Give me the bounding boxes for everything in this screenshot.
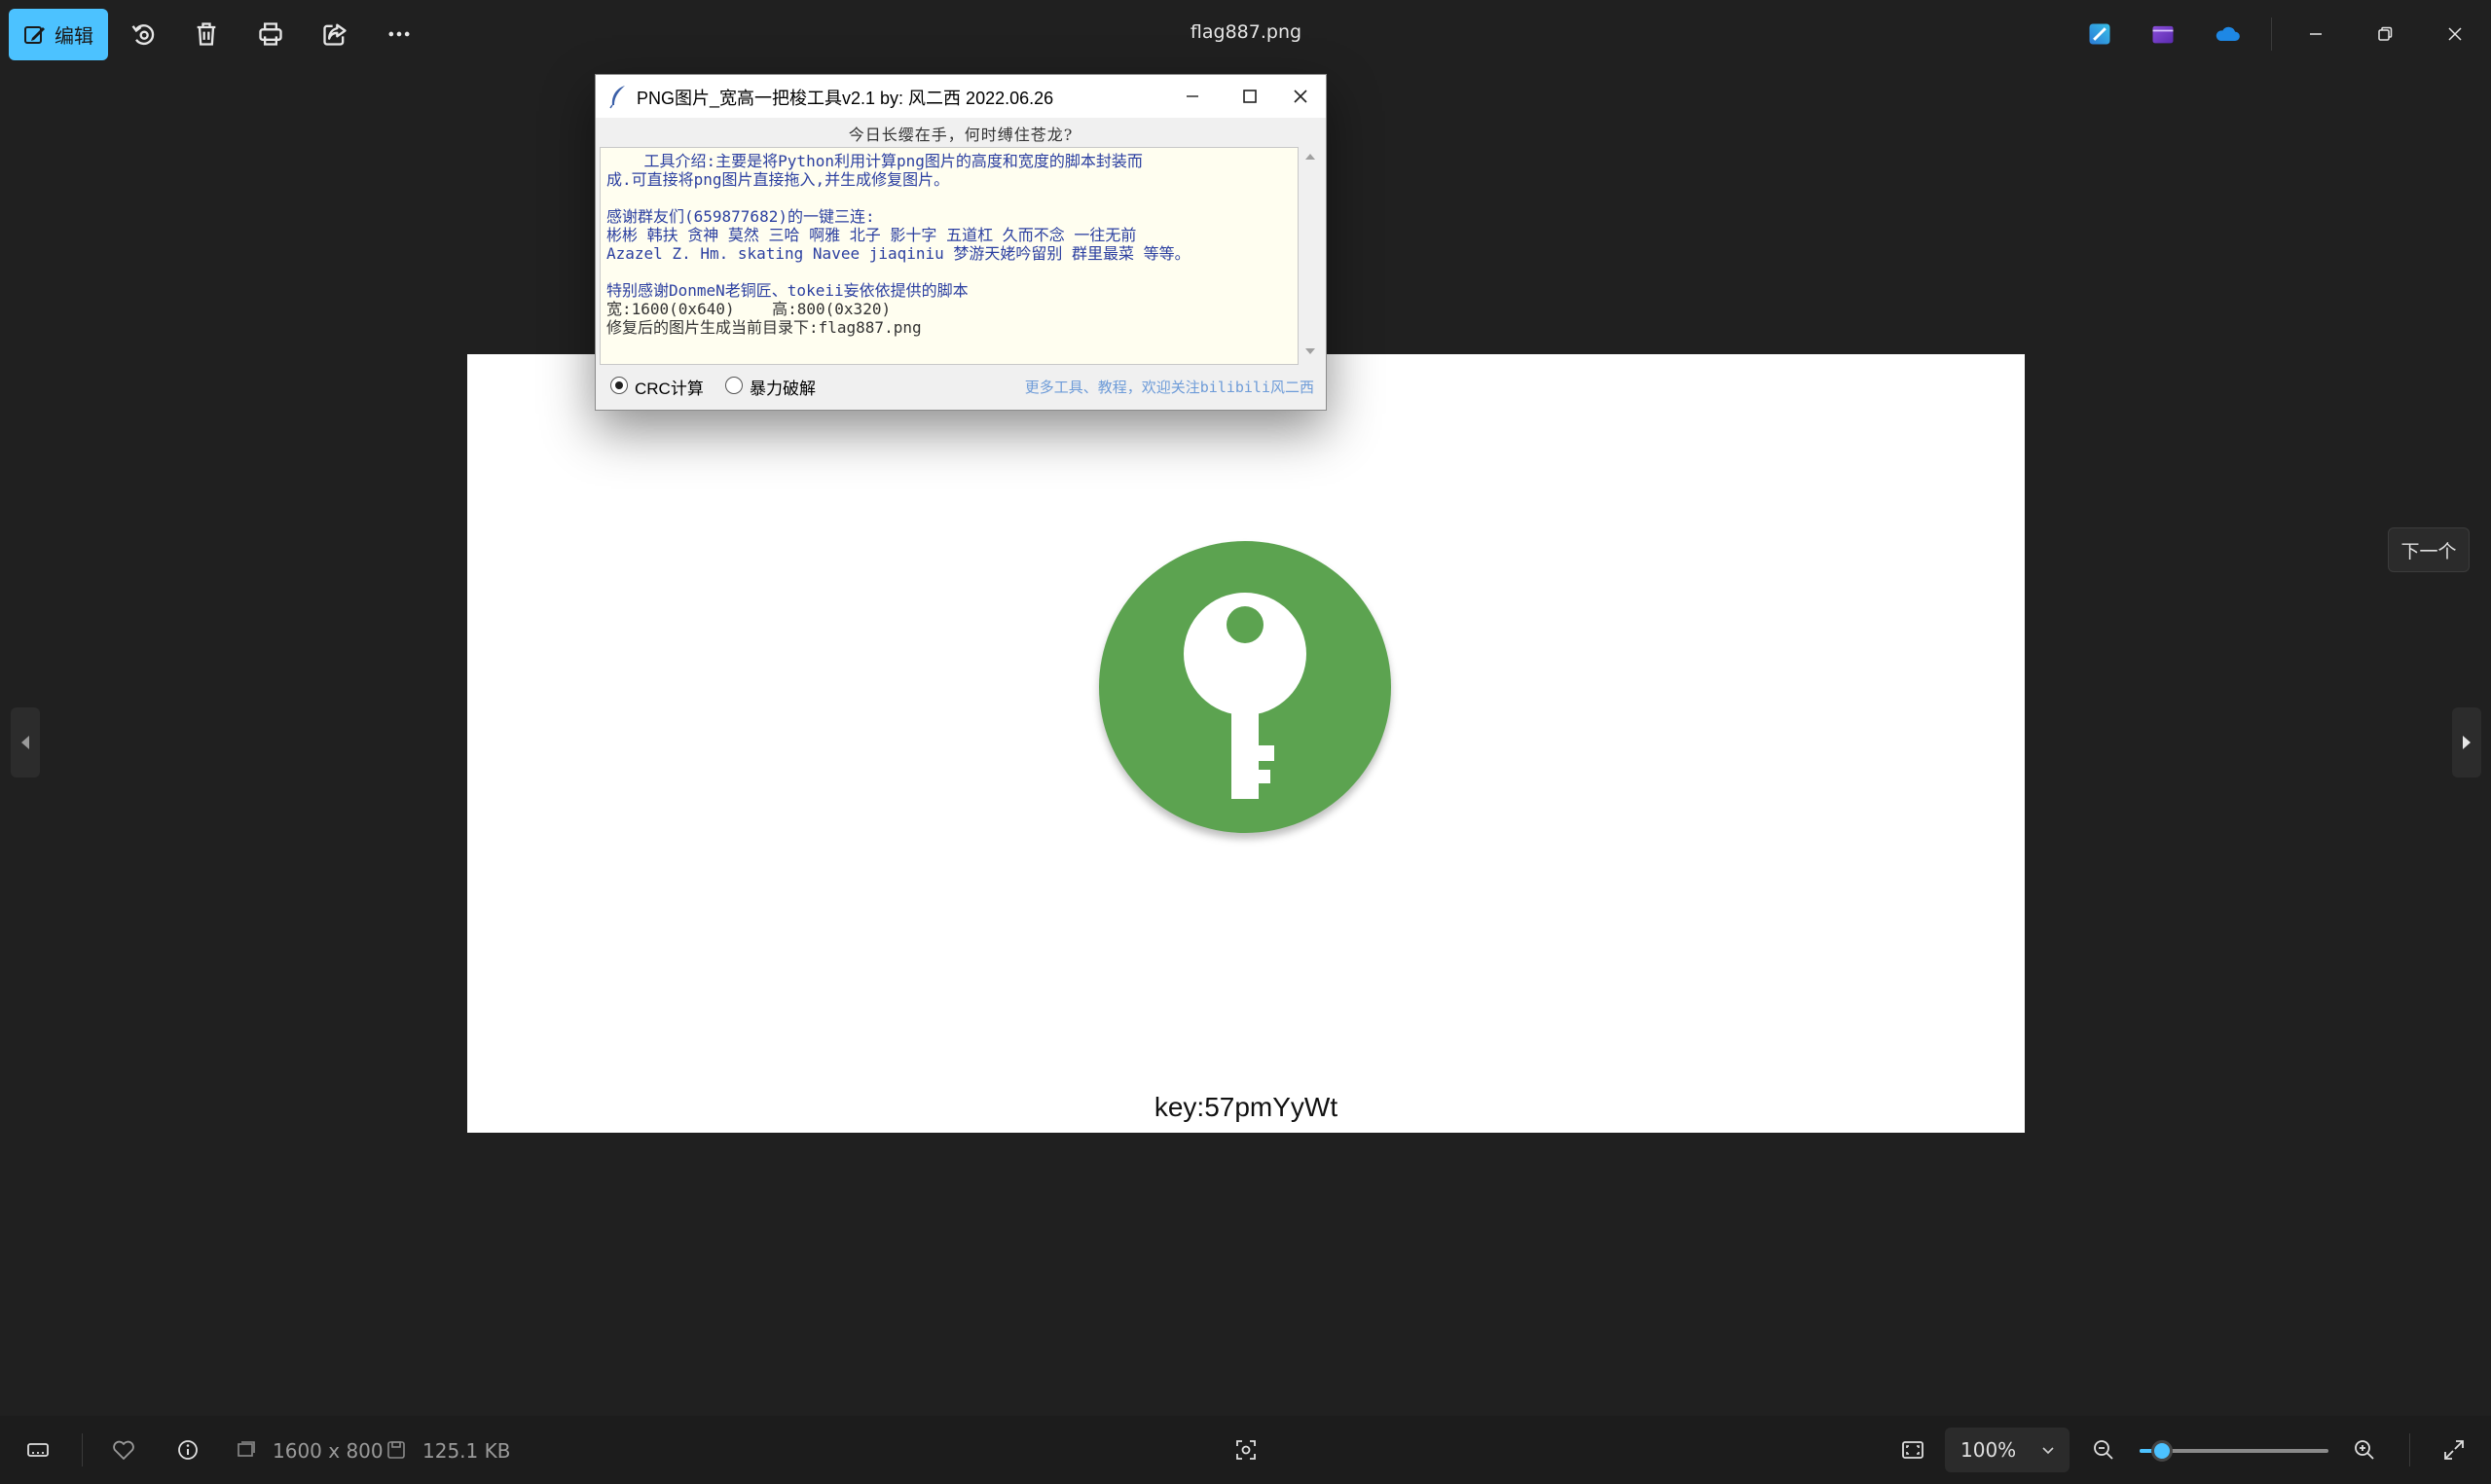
chevron-down-icon <box>2042 1447 2054 1455</box>
fit-to-window-button[interactable] <box>1898 1435 1927 1465</box>
edit-icon <box>24 25 45 44</box>
info-line: 彬彬 韩扶 贪神 莫然 三哈 啊雅 北子 影十字 五道杠 久而不念 一往无前 <box>606 226 1137 244</box>
crc-radio[interactable] <box>610 377 628 394</box>
clipchamp-button[interactable] <box>2141 14 2185 54</box>
key-logo <box>1099 541 1391 833</box>
heart-icon <box>113 1440 134 1460</box>
delete-icon <box>197 22 216 46</box>
info-line-output: 修复后的图片生成当前目录下:flag887.png <box>606 318 922 337</box>
rotate-button[interactable] <box>121 14 165 54</box>
clipchamp-icon <box>2152 25 2174 44</box>
next-image-button[interactable] <box>2452 707 2481 778</box>
zoom-out-icon <box>2094 1440 2113 1460</box>
png-repair-tool-window: PNG图片_宽高一把梭工具v2.1 by: 风二西 2022.06.26 今日长… <box>595 74 1327 411</box>
visual-search-icon <box>1236 1440 1256 1460</box>
dialog-titlebar[interactable]: PNG图片_宽高一把梭工具v2.1 by: 风二西 2022.06.26 <box>596 75 1326 118</box>
dialog-title: PNG图片_宽高一把梭工具v2.1 by: 风二西 2022.06.26 <box>637 89 1054 108</box>
zoom-slider-thumb[interactable] <box>2151 1440 2174 1462</box>
next-tooltip: 下一个 <box>2388 527 2470 572</box>
maximize-icon <box>1243 90 1257 103</box>
minimize-button[interactable] <box>2289 14 2343 54</box>
info-scrollbar[interactable] <box>1300 147 1320 363</box>
dialog-minimize-button[interactable] <box>1166 79 1219 114</box>
info-line: Azazel Z. Hm. skating Navee jiaqiniu 梦游天… <box>606 244 1191 263</box>
scroll-down-icon <box>1305 348 1315 354</box>
close-button[interactable] <box>2428 14 2482 54</box>
dialog-close-button[interactable] <box>1274 79 1327 114</box>
share-icon <box>323 23 347 46</box>
fullscreen-icon <box>2444 1440 2464 1460</box>
minimize-icon <box>1187 95 1198 97</box>
filmstrip-icon <box>27 1443 49 1457</box>
info-line: 成.可直接将png图片直接拖入,并生成修复图片。 <box>606 170 950 189</box>
scroll-up-icon <box>1305 154 1315 160</box>
status-separator <box>82 1433 83 1466</box>
bottom-status-bar: 1600 x 800 125.1 KB 100% <box>0 1416 2491 1484</box>
status-separator <box>2409 1433 2410 1466</box>
promo-text: 更多工具、教程，欢迎关注bilibili风二西 <box>1024 379 1314 396</box>
brute-force-radio[interactable] <box>725 377 743 394</box>
info-textbox[interactable]: 工具介绍:主要是将Python利用计算png图片的高度和宽度的脚本封装而 成.可… <box>600 147 1299 365</box>
resolution-icon-wrap <box>232 1435 261 1465</box>
file-size-icon-wrap <box>382 1435 411 1465</box>
image-caption: key:57pmYyWt <box>1154 1092 1338 1122</box>
top-toolbar: 编辑 flag887.png <box>0 0 2491 70</box>
fit-window-icon <box>1902 1441 1923 1459</box>
print-icon <box>259 22 282 46</box>
window-title: flag887.png <box>1190 21 1302 43</box>
resolution-icon <box>238 1441 255 1457</box>
feather-icon <box>609 86 625 109</box>
chevron-left-icon <box>21 736 29 749</box>
onedrive-icon <box>2216 26 2240 41</box>
visual-search-button[interactable] <box>1231 1435 1261 1465</box>
info-icon <box>178 1440 198 1460</box>
toolbar-separator <box>2271 18 2272 51</box>
chevron-right-icon <box>2463 736 2471 749</box>
restore-button[interactable] <box>2358 14 2412 54</box>
dialog-options: CRC计算 暴力破解 更多工具、教程，欢迎关注bilibili风二西 <box>596 367 1326 406</box>
zoom-out-button[interactable] <box>2089 1435 2118 1465</box>
share-button[interactable] <box>312 14 357 54</box>
dialog-motto: 今日长缨在手，何时缚住苍龙? <box>848 126 1074 144</box>
previous-image-button[interactable] <box>11 707 40 778</box>
filmstrip-button[interactable] <box>23 1435 53 1465</box>
onedrive-button[interactable] <box>2205 14 2250 54</box>
minimize-icon <box>2310 33 2322 35</box>
edit-button[interactable]: 编辑 <box>9 9 108 60</box>
designer-icon <box>2089 23 2110 45</box>
image-dimensions: 1600 x 800 <box>273 1439 384 1463</box>
key-icon <box>1184 593 1306 799</box>
info-line: 工具介绍:主要是将Python利用计算png图片的高度和宽度的脚本封装而 <box>606 152 1143 170</box>
zoom-dropdown[interactable]: 100% <box>1945 1428 2070 1472</box>
edit-button-label: 编辑 <box>55 24 93 48</box>
close-icon <box>2448 27 2462 41</box>
crc-radio-label[interactable]: CRC计算 <box>635 375 704 399</box>
info-line: 感谢群友们(659877682)的一键三连: <box>606 207 875 226</box>
print-button[interactable] <box>248 14 293 54</box>
save-icon <box>387 1441 405 1459</box>
restore-icon <box>2378 26 2393 41</box>
delete-button[interactable] <box>184 14 229 54</box>
file-info-button[interactable] <box>173 1435 202 1465</box>
fullscreen-button[interactable] <box>2439 1435 2469 1465</box>
more-icon <box>388 31 410 37</box>
more-button[interactable] <box>377 14 421 54</box>
favorite-button[interactable] <box>109 1435 138 1465</box>
close-icon <box>1294 90 1307 103</box>
zoom-value: 100% <box>1960 1438 2017 1462</box>
info-line-dimensions: 宽:1600(0x640) 高:800(0x320) <box>606 300 892 318</box>
info-line: 特别感谢DonmeN老铜匠、tokeii妄依依提供的脚本 <box>606 281 969 300</box>
rotate-icon <box>131 24 155 46</box>
brute-force-radio-label[interactable]: 暴力破解 <box>750 375 816 399</box>
designer-button[interactable] <box>2077 14 2122 54</box>
file-size: 125.1 KB <box>422 1439 511 1463</box>
displayed-image: key:57pmYyWt <box>467 354 2025 1133</box>
dialog-maximize-button[interactable] <box>1224 79 1276 114</box>
zoom-in-icon <box>2355 1440 2374 1460</box>
zoom-slider[interactable] <box>2140 1440 2328 1462</box>
zoom-in-button[interactable] <box>2350 1435 2379 1465</box>
